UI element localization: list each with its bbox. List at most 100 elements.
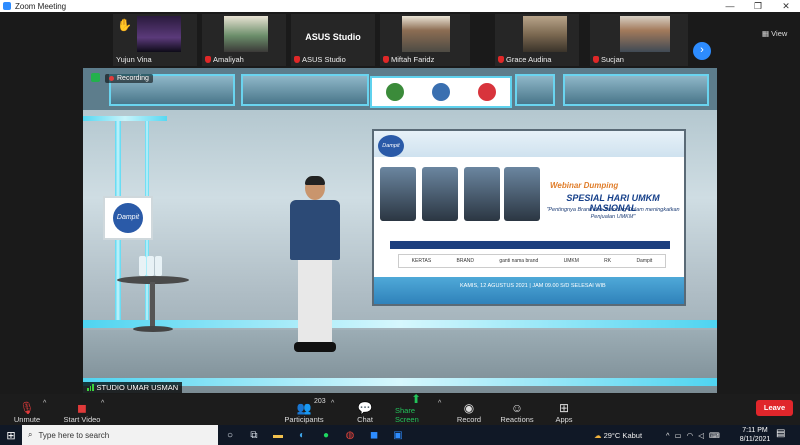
- mic-muted-icon: [593, 56, 599, 63]
- close-button[interactable]: ✕: [772, 0, 800, 12]
- chevron-right-icon[interactable]: ›: [693, 42, 711, 60]
- slide-footer: [374, 277, 684, 304]
- chevron-up-icon[interactable]: ^: [331, 400, 334, 407]
- edge-icon[interactable]: ◐: [290, 425, 314, 445]
- participant-tile[interactable]: Sucjan: [590, 14, 688, 66]
- raised-hand-icon: ✋: [117, 18, 132, 32]
- record-button[interactable]: ◉ Record: [455, 396, 483, 424]
- share-screen-button[interactable]: ⬆ Share Screen: [395, 392, 437, 424]
- leave-button[interactable]: Leave: [756, 400, 793, 416]
- clock-date: 8/11/2021: [739, 436, 771, 443]
- water-bottle: [139, 256, 146, 276]
- security-shield-icon[interactable]: [91, 73, 100, 82]
- taskbar-clock[interactable]: 7:11 PM 8/11/2021: [736, 426, 774, 444]
- speaker-name: STUDIO UMAR USMAN: [96, 383, 179, 392]
- volume-icon[interactable]: ◁: [698, 431, 704, 440]
- start-video-label: Start Video: [63, 415, 101, 424]
- participants-icon: 👥: [296, 401, 312, 415]
- slide-speaker-photo: [422, 167, 458, 221]
- audio-level-icon: [87, 384, 94, 391]
- slide-speaker-photo: [504, 167, 540, 221]
- chat-icon: 💬: [357, 401, 373, 415]
- task-view-icon[interactable]: ⧉: [242, 425, 266, 445]
- participant-tile[interactable]: Miftah Faridz: [380, 14, 470, 66]
- stage-window: [515, 74, 555, 106]
- participant-name: ASUS Studio: [294, 55, 346, 64]
- apps-button[interactable]: ⊞ Apps: [553, 396, 575, 424]
- view-button[interactable]: ▦ View: [762, 29, 787, 38]
- share-screen-icon: ⬆: [410, 392, 422, 406]
- maximize-button[interactable]: ❐: [744, 0, 772, 12]
- slide-speaker-photo: [464, 167, 500, 221]
- water-bottle: [155, 256, 162, 276]
- stage-table-base: [133, 326, 173, 332]
- participant-video: [523, 16, 567, 52]
- zoom-logo-icon: [3, 2, 11, 10]
- chevron-up-icon[interactable]: ^: [101, 400, 104, 407]
- notification-icon[interactable]: ▤: [776, 428, 785, 439]
- chevron-up-icon[interactable]: ^: [43, 400, 46, 407]
- slide-logo: Dampit: [378, 135, 404, 157]
- participants-label: Participants: [284, 415, 324, 424]
- slide-date: KAMIS, 12 AGUSTUS 2021 | JAM 09.00 S/D S…: [460, 283, 606, 289]
- participant-video-label: ASUS Studio: [305, 32, 361, 42]
- weather-widget[interactable]: ☁ 29°C Kabut: [594, 425, 642, 445]
- file-explorer-icon[interactable]: ▬: [266, 425, 290, 445]
- record-label: Record: [456, 415, 482, 424]
- chrome-icon[interactable]: ◍: [338, 425, 362, 445]
- slide-banner: [390, 241, 670, 249]
- slide-sponsor-logo: UMKM: [563, 258, 579, 264]
- mic-muted-icon: [383, 56, 389, 63]
- windows-start-icon[interactable]: ⊞: [0, 425, 22, 445]
- participant-video: [137, 16, 181, 52]
- slide-subtitle: "Pentingnya Brand dan Branding Dalam men…: [546, 207, 680, 220]
- slide-sponsor-logo: RK: [604, 258, 612, 264]
- record-dot-icon: [109, 76, 114, 81]
- network-icon[interactable]: ◠: [687, 431, 694, 440]
- speaker-nameplate: STUDIO UMAR USMAN: [83, 382, 183, 393]
- reactions-button[interactable]: ☺ Reactions: [500, 396, 534, 424]
- chat-label: Chat: [357, 415, 373, 424]
- start-video-button[interactable]: ◼ Start Video: [62, 396, 102, 424]
- mic-muted-icon: 🎙: [19, 401, 35, 415]
- keyboard-icon[interactable]: ⌨: [709, 431, 720, 440]
- window-titlebar: Zoom Meeting — ❐ ✕: [0, 0, 800, 12]
- sponsor-logo: [478, 83, 496, 101]
- chat-button[interactable]: 💬 Chat: [352, 396, 378, 424]
- participant-name: Sucjan: [593, 55, 624, 64]
- participant-video: [402, 16, 450, 52]
- participant-tile[interactable]: ✋ Yujun Vina: [113, 14, 197, 66]
- slide-speaker-photo: [380, 167, 416, 221]
- recording-indicator[interactable]: Recording: [105, 74, 153, 83]
- chevron-up-icon[interactable]: ^: [438, 400, 441, 407]
- water-bottle: [147, 256, 154, 276]
- chevron-up-icon[interactable]: ^: [666, 431, 670, 440]
- presenter: [286, 176, 344, 364]
- participant-video: [224, 16, 268, 52]
- minimize-button[interactable]: —: [716, 0, 744, 12]
- stage-light-bar: [83, 116, 167, 121]
- window-title: Zoom Meeting: [15, 1, 67, 11]
- participants-count: 203: [314, 398, 326, 405]
- presenter-pants: [298, 260, 332, 344]
- zoom-taskbar-icon[interactable]: ◼: [362, 425, 386, 445]
- presenter-jacket: [290, 200, 340, 260]
- participant-tile[interactable]: Grace Audina: [495, 14, 579, 66]
- system-tray: ^ ▭ ◠ ◁ ⌨: [666, 425, 720, 445]
- stage-window: [563, 74, 709, 106]
- slide-header: [374, 131, 684, 157]
- weather-text: 29°C Kabut: [603, 430, 643, 440]
- cortana-icon[interactable]: ○: [218, 425, 242, 445]
- apps-label: Apps: [555, 415, 573, 424]
- mic-muted-icon: [205, 56, 211, 63]
- reactions-icon: ☺: [510, 401, 524, 415]
- battery-icon[interactable]: ▭: [675, 431, 682, 440]
- spotify-icon[interactable]: ●: [314, 425, 338, 445]
- participant-tile[interactable]: ASUS Studio ASUS Studio: [291, 14, 375, 66]
- unmute-button[interactable]: 🎙 Unmute: [12, 396, 42, 424]
- slide-sponsor-logo: Dampit: [636, 258, 653, 264]
- taskbar-search-input[interactable]: ⌕ Type here to search: [22, 425, 218, 445]
- zoom-meeting-taskbar-icon[interactable]: ▣: [386, 425, 410, 445]
- participant-tile[interactable]: Amaliyah: [202, 14, 286, 66]
- weather-icon: ☁: [594, 430, 602, 440]
